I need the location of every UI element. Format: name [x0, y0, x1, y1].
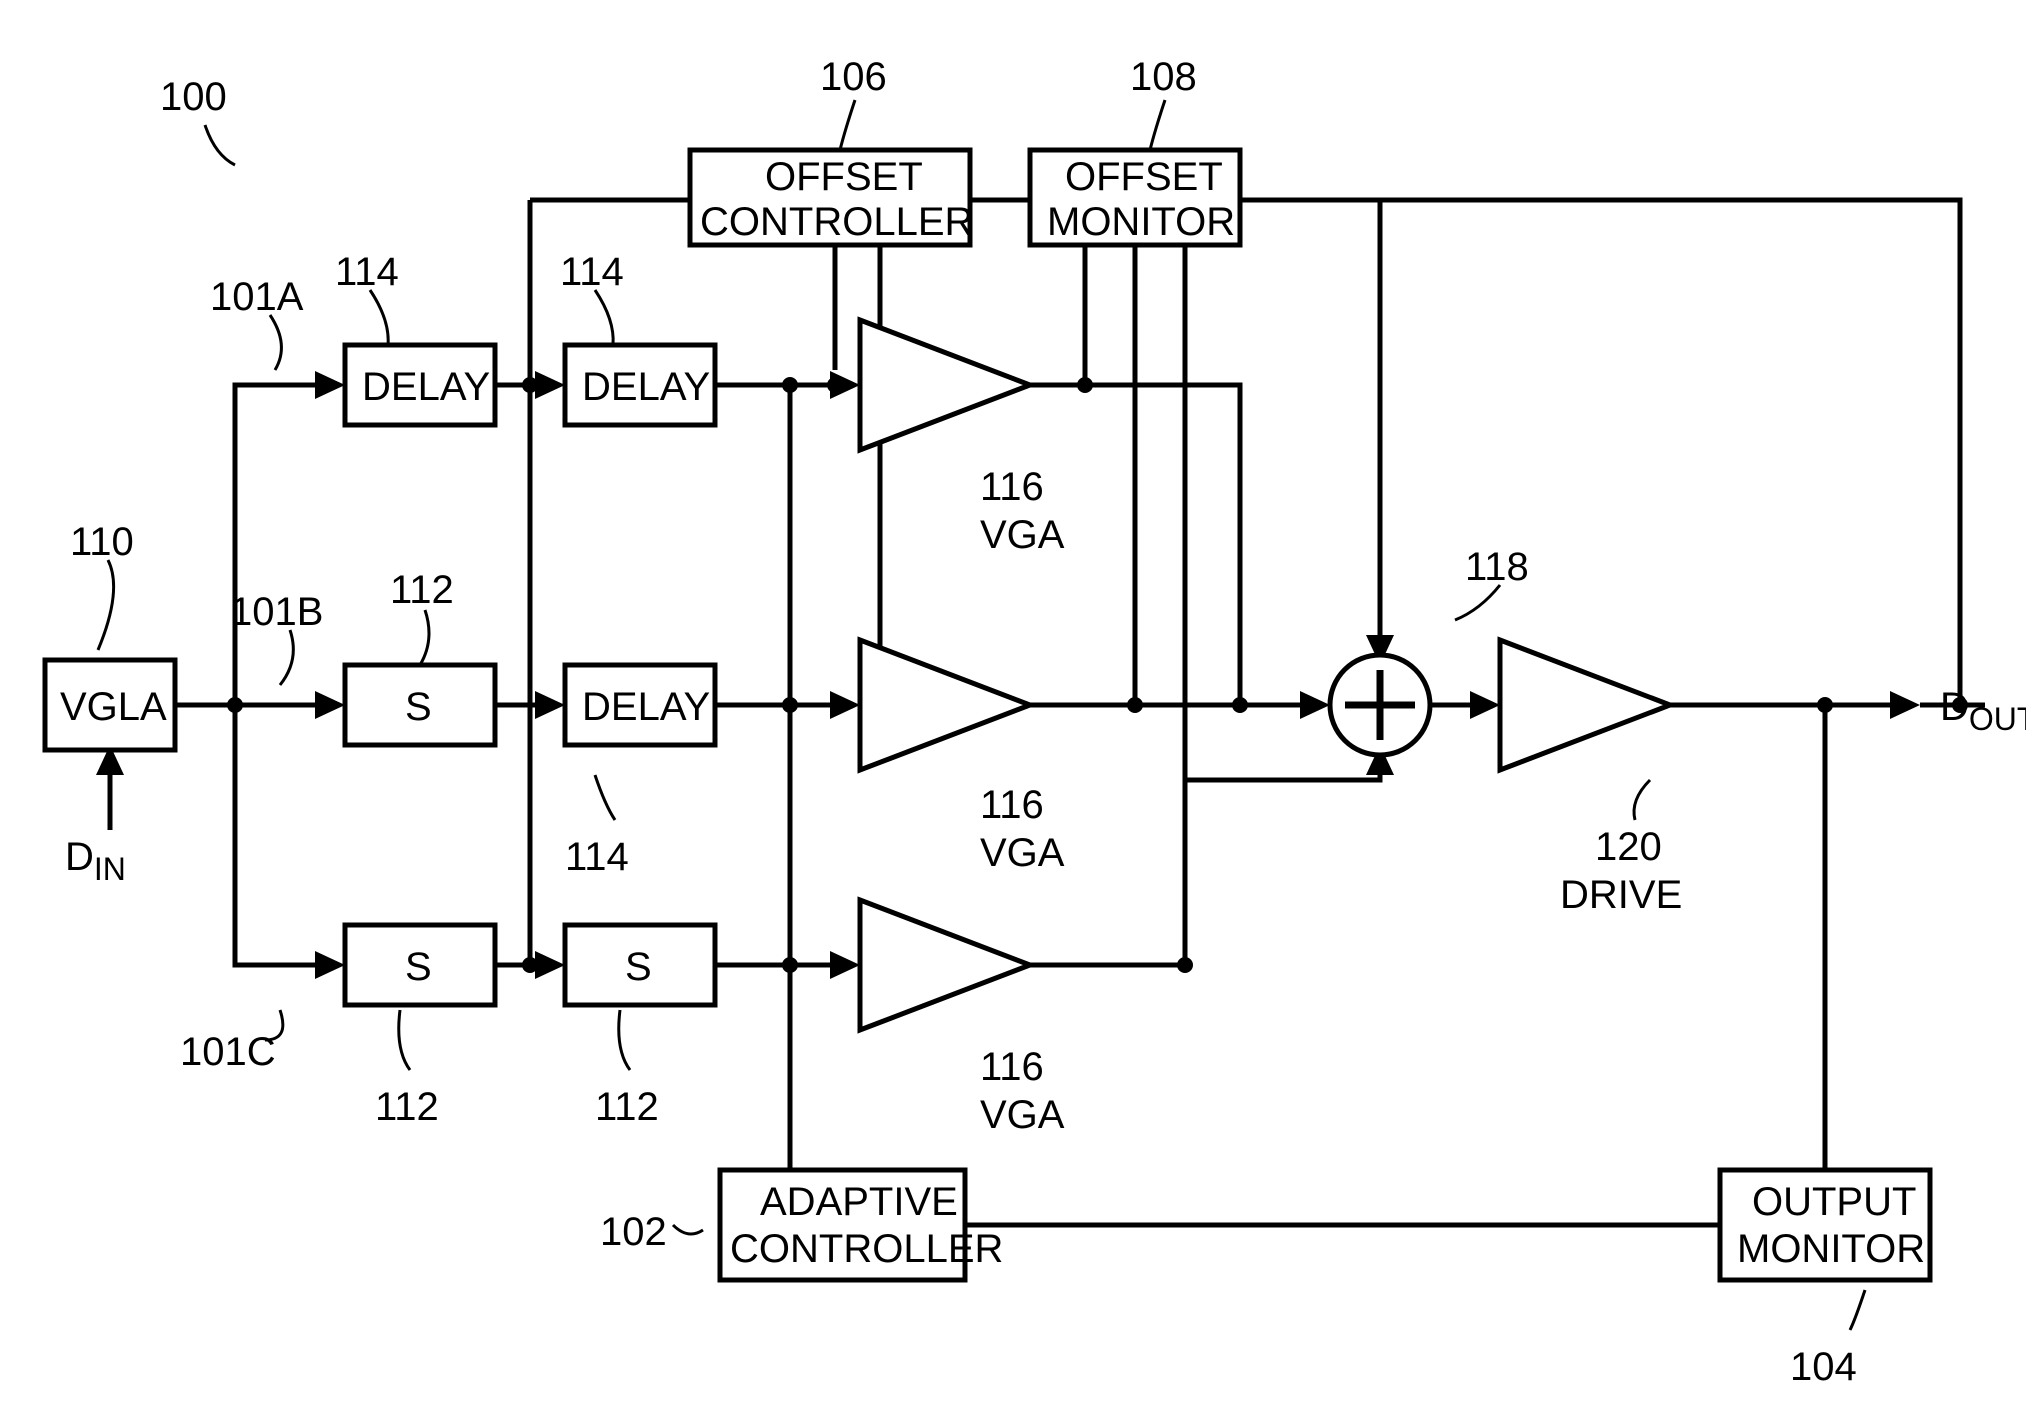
delay-b2-label: DELAY — [582, 685, 710, 729]
vga-a-label: VGA — [980, 513, 1065, 557]
ref-output-monitor: 104 — [1790, 1345, 1857, 1389]
s-b1-label: S — [405, 685, 432, 729]
s-c2-label: S — [625, 945, 652, 989]
ref-s-c1: 112 — [375, 1085, 439, 1129]
ref-offset-controller: 106 — [820, 55, 887, 99]
delay-a2-label: DELAY — [582, 365, 710, 409]
offset-monitor-label2: MONITOR — [1047, 200, 1235, 244]
ref-s-c2: 112 — [595, 1085, 659, 1129]
ref-offset-monitor: 108 — [1130, 55, 1197, 99]
output-monitor-label1: OUTPUT — [1752, 1180, 1916, 1224]
ref-delay-a2: 114 — [560, 250, 624, 294]
vga-c-label: VGA — [980, 1093, 1065, 1137]
ref-path-c: 101C — [180, 1030, 276, 1074]
vga-b-block — [860, 640, 1030, 770]
ref-adaptive-controller: 102 — [600, 1210, 667, 1254]
drive-block — [1500, 640, 1670, 770]
drive-label: DRIVE — [1560, 873, 1682, 917]
offset-controller-label2: CONTROLLER — [700, 200, 973, 244]
ref-s-b1: 112 — [390, 568, 454, 612]
vga-c-block — [860, 900, 1030, 1030]
dout-label: DOUT — [1940, 685, 2026, 737]
ref-delay-b2: 114 — [565, 835, 629, 879]
ref-delay-a1: 114 — [335, 250, 399, 294]
adaptive-controller-label2: CONTROLLER — [730, 1227, 1003, 1271]
delay-a1-label: DELAY — [362, 365, 490, 409]
offset-monitor-label1: OFFSET — [1065, 155, 1223, 199]
s-c1-label: S — [405, 945, 432, 989]
ref-vga-c: 116 — [980, 1045, 1044, 1089]
ref-summer: 118 — [1465, 545, 1529, 589]
ref-vgla: 110 — [70, 520, 134, 564]
ref-drive: 120 — [1595, 825, 1662, 869]
vgla-label: VGLA — [60, 685, 167, 729]
block-diagram: VGLA DELAY DELAY S DELAY S S OFFSET CONT… — [0, 0, 2026, 1427]
output-monitor-label2: MONITOR — [1737, 1227, 1925, 1271]
vga-a-block — [860, 320, 1030, 450]
ref-path-b: 101B — [230, 590, 323, 634]
ref-main: 100 — [160, 75, 227, 119]
summer-block — [1330, 655, 1430, 755]
ref-vga-b: 116 — [980, 783, 1044, 827]
ref-path-a: 101A — [210, 275, 304, 319]
ref-vga-a: 116 — [980, 465, 1044, 509]
din-label: DIN — [65, 835, 126, 887]
adaptive-controller-label1: ADAPTIVE — [760, 1180, 958, 1224]
offset-controller-label1: OFFSET — [765, 155, 923, 199]
vga-b-label: VGA — [980, 831, 1065, 875]
